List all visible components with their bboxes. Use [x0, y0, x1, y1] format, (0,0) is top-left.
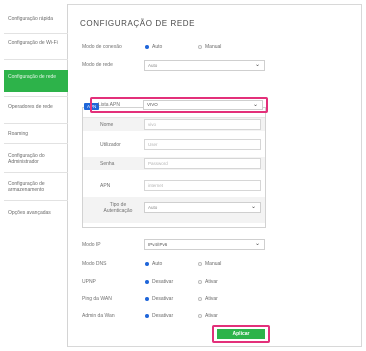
- apn-name-label: Nome: [100, 122, 114, 128]
- sidebar-divider: [4, 172, 68, 173]
- sidebar-item-quick-setup[interactable]: Configuração rápida: [4, 16, 68, 22]
- upnp-enable-radio[interactable]: [198, 280, 202, 284]
- admin-wan-enable-radio[interactable]: [198, 314, 202, 318]
- dns-mode-manual-radio[interactable]: [198, 262, 202, 266]
- apn-user-field[interactable]: User: [144, 139, 261, 150]
- dns-mode-auto-label: Auto: [152, 261, 163, 267]
- chevron-down-icon: ⌄: [250, 204, 256, 210]
- apn-password-label: Senha: [100, 161, 115, 167]
- sidebar-divider: [4, 33, 68, 34]
- apn-name-field[interactable]: vivo: [144, 119, 261, 130]
- ping-wan-disable-label: Desativar: [152, 296, 174, 302]
- ip-mode-select[interactable]: IPv4/IPv6 ⌄: [144, 239, 265, 250]
- connection-mode-auto-radio[interactable]: [145, 45, 149, 49]
- upnp-disable-label: Desativar: [152, 279, 174, 285]
- sidebar-item-operators[interactable]: Operadores de rede: [4, 104, 68, 110]
- sidebar-item-advanced[interactable]: Opções avançadas: [4, 210, 68, 216]
- page-title: CONFIGURAÇÃO DE REDE: [80, 19, 196, 28]
- network-mode-label: Modo de rede: [82, 62, 113, 68]
- upnp-enable-label: Ativar: [205, 279, 218, 285]
- apn-auth-value: Auto: [148, 205, 158, 210]
- network-mode-value: Auto: [148, 63, 158, 68]
- sidebar-divider: [4, 143, 68, 144]
- admin-wan-label: Admin da Wan: [82, 313, 115, 319]
- apn-user-label: Utilizador: [100, 142, 121, 148]
- apn-password-field[interactable]: Password: [144, 158, 261, 169]
- sidebar-item-storage[interactable]: Configuração de armazenamento: [4, 181, 68, 193]
- connection-mode-label: Modo de conexão: [82, 44, 122, 50]
- chevron-down-icon: ⌄: [254, 241, 260, 247]
- main-content: CONFIGURAÇÃO DE REDE Modo de conexão Aut…: [68, 4, 362, 347]
- apn-field-label: APN: [100, 183, 111, 189]
- connection-mode-manual-label: Manual: [205, 44, 222, 50]
- chevron-down-icon: ⌄: [254, 62, 260, 68]
- ping-wan-enable-label: Ativar: [205, 296, 218, 302]
- connection-mode-auto-label: Auto: [152, 44, 163, 50]
- dns-mode-label: Modo DNS: [82, 261, 107, 267]
- apn-auth-label: Tipo de Autenticação: [103, 202, 133, 214]
- sidebar-divider: [4, 96, 68, 97]
- apply-button-highlight: Aplicar: [212, 325, 270, 343]
- sidebar-item-roaming[interactable]: Roaming: [4, 131, 68, 137]
- apn-auth-select[interactable]: Auto ⌄: [144, 202, 261, 213]
- admin-wan-disable-label: Desativar: [152, 313, 174, 319]
- upnp-disable-radio[interactable]: [145, 280, 149, 284]
- admin-wan-enable-label: Ativar: [205, 313, 218, 319]
- dns-mode-manual-label: Manual: [205, 261, 222, 267]
- apply-button[interactable]: Aplicar: [217, 329, 265, 339]
- dns-mode-auto-radio[interactable]: [145, 262, 149, 266]
- apn-list-highlight: [90, 97, 268, 113]
- sidebar-item-admin[interactable]: Configuração do Administrador: [4, 153, 68, 165]
- upnp-label: UPNP: [82, 279, 96, 285]
- ip-mode-label: Modo IP: [82, 242, 101, 248]
- sidebar-item-network[interactable]: Configuração de rede: [4, 70, 68, 92]
- admin-wan-disable-radio[interactable]: [145, 314, 149, 318]
- network-mode-select[interactable]: Auto ⌄: [144, 60, 265, 71]
- sidebar-divider: [4, 123, 68, 124]
- sidebar: Configuração rápida Configuração de Wi-F…: [4, 4, 68, 347]
- sidebar-divider: [4, 59, 68, 60]
- ping-wan-enable-radio[interactable]: [198, 297, 202, 301]
- ping-wan-label: Ping da WAN: [82, 296, 112, 302]
- ip-mode-value: IPv4/IPv6: [148, 242, 168, 247]
- sidebar-divider: [4, 200, 68, 201]
- apn-field-input[interactable]: internet: [144, 180, 261, 191]
- connection-mode-manual-radio[interactable]: [198, 45, 202, 49]
- ping-wan-disable-radio[interactable]: [145, 297, 149, 301]
- sidebar-item-wifi[interactable]: Configuração de Wi-Fi: [4, 40, 68, 46]
